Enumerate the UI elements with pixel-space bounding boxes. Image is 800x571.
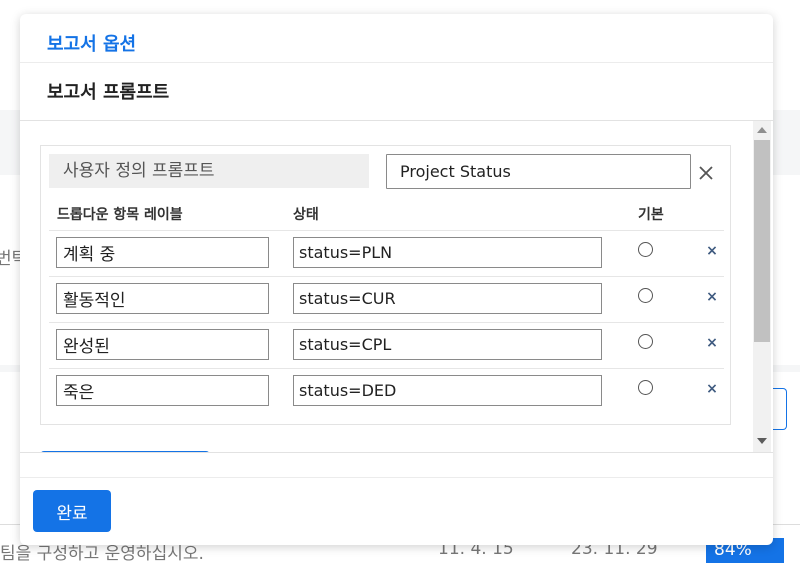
- section-title: 보고서 프롬프트: [47, 82, 170, 103]
- close-icon[interactable]: [693, 160, 719, 186]
- background-button-edge: [772, 388, 787, 430]
- prompt-name-input[interactable]: [386, 154, 691, 189]
- custom-prompt-label: 사용자 정의 프롬프트: [49, 154, 369, 188]
- option-value-input[interactable]: [293, 329, 602, 360]
- scroll-down-arrow-icon[interactable]: [757, 438, 767, 444]
- report-options-modal: 보고서 옵션 보고서 프롬프트 사용자 정의 프롬프트 드롭다운 항목 레이블 …: [20, 14, 773, 545]
- default-radio[interactable]: [638, 334, 653, 349]
- option-value-input[interactable]: [293, 237, 602, 268]
- default-radio[interactable]: [638, 380, 653, 395]
- delete-row-icon[interactable]: ×: [704, 335, 720, 351]
- modal-title: 보고서 옵션: [47, 34, 137, 55]
- delete-row-icon[interactable]: ×: [704, 243, 720, 259]
- option-value-input[interactable]: [293, 283, 602, 314]
- option-value-input[interactable]: [293, 375, 602, 406]
- delete-row-icon[interactable]: ×: [704, 381, 720, 397]
- option-label-input[interactable]: [56, 329, 269, 360]
- header-divider: [20, 62, 773, 63]
- done-button[interactable]: 완료: [33, 490, 111, 532]
- option-row: ×: [49, 368, 724, 414]
- footer-divider: [20, 452, 773, 453]
- default-radio[interactable]: [638, 288, 653, 303]
- option-label-input[interactable]: [56, 237, 269, 268]
- option-row: ×: [49, 276, 724, 322]
- scrollbar-thumb[interactable]: [754, 140, 770, 342]
- option-label-input[interactable]: [56, 283, 269, 314]
- delete-row-icon[interactable]: ×: [704, 289, 720, 305]
- column-header-default: 기본: [638, 207, 664, 223]
- custom-prompt-box: 사용자 정의 프롬프트 드롭다운 항목 레이블 상태 기본 × ×: [40, 145, 731, 425]
- scroll-up-arrow-icon[interactable]: [757, 127, 767, 133]
- option-row: ×: [49, 230, 724, 276]
- option-label-input[interactable]: [56, 375, 269, 406]
- option-row: ×: [49, 322, 724, 368]
- column-header-label: 드롭다운 항목 레이블: [57, 207, 183, 223]
- prompt-scroll-area: 사용자 정의 프롬프트 드롭다운 항목 레이블 상태 기본 × ×: [20, 121, 773, 452]
- footer-divider-2: [20, 477, 773, 478]
- column-header-status: 상태: [293, 207, 319, 223]
- default-radio[interactable]: [638, 242, 653, 257]
